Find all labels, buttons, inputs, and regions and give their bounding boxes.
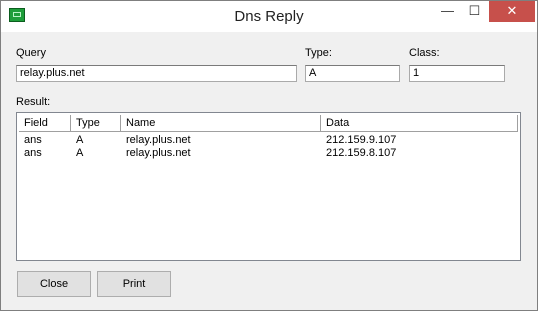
cell-field: ans (24, 147, 42, 159)
query-label: Query (16, 47, 46, 59)
type-field[interactable]: A (305, 65, 400, 82)
class-label: Class: (409, 47, 440, 59)
close-button[interactable]: Close (17, 271, 91, 297)
result-list[interactable]: Field Type Name Data ans A relay.plus.ne… (16, 112, 521, 261)
cell-name: relay.plus.net (126, 147, 191, 159)
print-button[interactable]: Print (97, 271, 171, 297)
column-header-type[interactable]: Type (71, 115, 121, 131)
type-label: Type: (305, 47, 332, 59)
title-bar: Dns Reply — ☐ ✕ (1, 1, 537, 32)
cell-data: 212.159.8.107 (326, 147, 397, 159)
result-label: Result: (16, 96, 51, 108)
result-header: Field Type Name Data (19, 115, 518, 132)
minimize-button[interactable]: — (434, 1, 461, 22)
dns-reply-window: Dns Reply — ☐ ✕ Query relay.plus.net Typ… (0, 0, 538, 311)
class-field[interactable]: 1 (409, 65, 505, 82)
column-header-field[interactable]: Field (19, 115, 71, 131)
cell-name: relay.plus.net (126, 134, 191, 146)
result-row[interactable]: ans A relay.plus.net 212.159.8.107 (19, 147, 518, 160)
close-window-button[interactable]: ✕ (489, 1, 535, 22)
cell-data: 212.159.9.107 (326, 134, 397, 146)
column-header-name[interactable]: Name (121, 115, 321, 131)
maximize-button[interactable]: ☐ (461, 1, 488, 22)
cell-field: ans (24, 134, 42, 146)
column-header-data[interactable]: Data (321, 115, 518, 131)
query-field[interactable]: relay.plus.net (16, 65, 297, 82)
cell-type: A (76, 147, 84, 159)
result-row[interactable]: ans A relay.plus.net 212.159.9.107 (19, 134, 518, 147)
cell-type: A (76, 134, 84, 146)
